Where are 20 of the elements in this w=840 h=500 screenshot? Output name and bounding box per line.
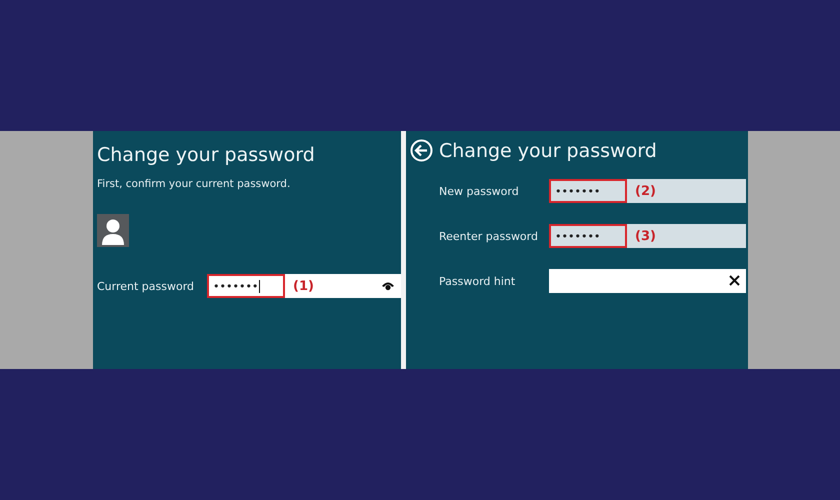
eye-icon[interactable] [381, 280, 395, 291]
password-field[interactable]: ••••••• (1) [207, 274, 401, 298]
instruction-text: First, confirm your current password. [97, 178, 292, 190]
field-label: New password [439, 184, 520, 198]
masked-password: ••••••• [207, 274, 285, 298]
field-label: Reenter password [439, 230, 539, 242]
password-field[interactable]: ••••••• (2) [549, 179, 746, 203]
masked-password: ••••••• [549, 224, 627, 248]
step-label: (1) [293, 278, 314, 294]
masked-password: ••••••• [549, 179, 627, 203]
back-icon[interactable] [410, 139, 433, 162]
clear-icon[interactable] [729, 275, 740, 286]
field-label: Current password [97, 280, 196, 292]
step-label: (3) [635, 228, 656, 244]
password-field[interactable]: ••••••• (3) [549, 224, 746, 248]
page-title: Change your password [439, 140, 657, 162]
field-label: Password hint [439, 274, 516, 288]
page-title: Change your password [97, 144, 316, 166]
hint-field[interactable] [549, 269, 746, 293]
step-label: (2) [635, 184, 656, 198]
